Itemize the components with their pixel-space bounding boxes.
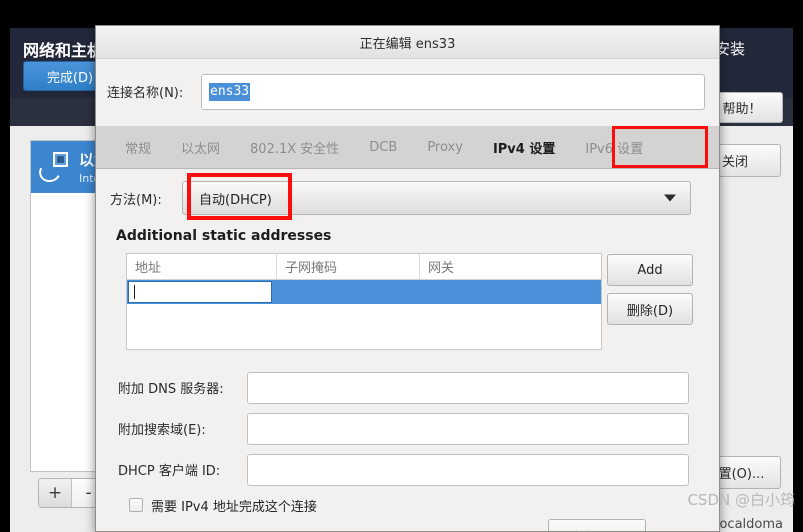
column-header-address: 地址: [127, 254, 277, 279]
tab-ipv6-settings[interactable]: IPv6 设置: [570, 126, 658, 168]
tab-proxy[interactable]: Proxy: [412, 126, 478, 168]
dialog-titlebar: 正在编辑 ens33: [96, 26, 719, 59]
ethernet-icon: [36, 150, 75, 185]
column-header-gateway: 网关: [428, 261, 455, 276]
delete-address-button[interactable]: 删除(D): [607, 293, 693, 325]
require-ipv4-checkbox[interactable]: [129, 498, 143, 512]
column-header-netmask: 子网掩码: [277, 254, 420, 279]
ipv4-settings-panel: 方法(M): 自动(DHCP) Additional static addres…: [96, 169, 719, 531]
tab-dcb[interactable]: DCB: [354, 126, 412, 168]
static-addresses-heading: Additional static addresses: [116, 228, 332, 244]
connection-name-input[interactable]: ens33: [201, 73, 705, 110]
chevron-down-icon: [664, 194, 676, 202]
tab-ipv4-settings[interactable]: IPv4 设置: [477, 126, 571, 168]
add-address-button[interactable]: Add: [607, 254, 693, 286]
dhcp-client-id-row: DHCP 客户端 ID:: [96, 453, 719, 486]
method-selected-value: 自动(DHCP): [199, 192, 272, 208]
table-row[interactable]: [127, 280, 601, 304]
dns-servers-input[interactable]: [247, 371, 689, 404]
require-ipv4-label: 需要 IPv4 地址完成这个连接: [151, 499, 317, 515]
tab-8021x-security[interactable]: 802.1X 安全性: [235, 126, 354, 168]
search-domains-row: 附加搜索域(E):: [96, 412, 719, 445]
search-domains-input[interactable]: [247, 412, 689, 445]
method-label: 方法(M):: [110, 192, 162, 208]
dhcp-client-id-label: DHCP 客户端 ID:: [118, 464, 221, 479]
dhcp-client-id-input[interactable]: [247, 453, 689, 486]
address-cell-editor[interactable]: [128, 281, 272, 303]
connection-name-row: 连接名称(N): ens33: [96, 59, 719, 124]
method-row: 方法(M): 自动(DHCP): [96, 176, 719, 220]
tab-ethernet[interactable]: 以太网: [166, 126, 235, 168]
dns-servers-label: 附加 DNS 服务器:: [118, 382, 224, 397]
connection-name-label: 连接名称(N):: [107, 86, 184, 101]
static-addresses-table[interactable]: 地址 子网掩码 网关: [126, 253, 602, 350]
background-window-title: 网络和主机: [23, 41, 104, 60]
routes-button[interactable]: 路由(R)...: [548, 519, 646, 531]
text-caret: [134, 285, 135, 299]
screen: 网络和主机 安装 完成(D) 帮助！ 以太 Intel + - 关闭 配置(O)…: [0, 0, 803, 532]
method-select[interactable]: 自动(DHCP): [182, 181, 691, 215]
require-ipv4-row[interactable]: 需要 IPv4 地址完成这个连接: [96, 493, 719, 517]
tab-general[interactable]: 常规: [110, 126, 166, 168]
dns-servers-row: 附加 DNS 服务器:: [96, 371, 719, 404]
table-header-row: 地址 子网掩码 网关: [127, 254, 601, 280]
connection-name-value: ens33: [209, 82, 251, 101]
edit-connection-dialog: 正在编辑 ens33 连接名称(N): ens33 常规 以太网 802.1X …: [95, 25, 720, 532]
search-domains-label: 附加搜索域(E):: [118, 423, 206, 438]
add-device-button[interactable]: +: [39, 479, 73, 507]
watermark-text: CSDN @白小筠: [687, 491, 795, 509]
dialog-title: 正在编辑 ens33: [359, 36, 456, 52]
settings-tab-bar[interactable]: 常规 以太网 802.1X 安全性 DCB Proxy IPv4 设置 IPv6…: [96, 126, 719, 169]
